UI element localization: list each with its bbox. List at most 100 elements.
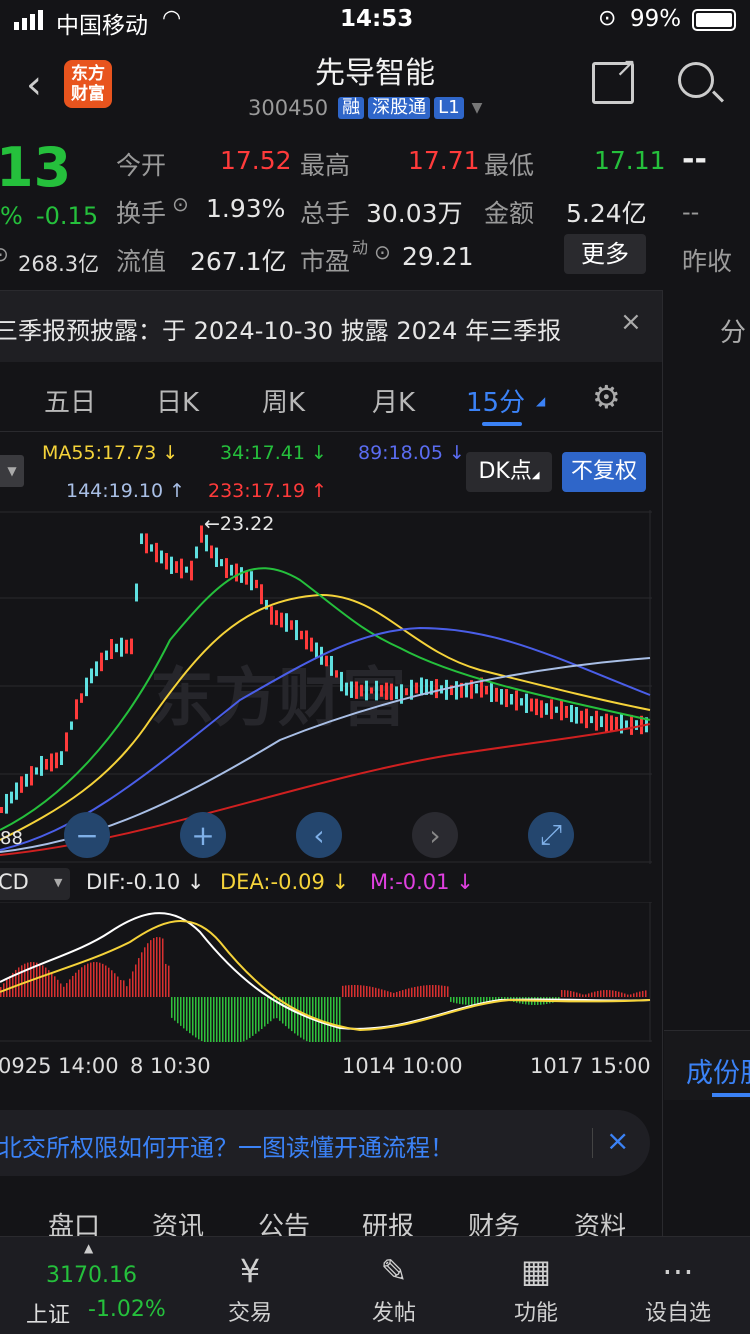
candle	[385, 682, 388, 700]
candle	[200, 525, 203, 543]
ad-banner[interactable]: 北交所权限如何开通？一图读懂开通流程！ ×	[0, 1110, 650, 1176]
macd-bar	[240, 997, 242, 1042]
pe-value: 29.21	[402, 242, 474, 271]
index-ticker[interactable]: ▲ 3170.16 上证 -1.02%	[0, 1237, 180, 1334]
notice-text: 三季报预披露：于 2024-10-30 披露 2024 年三季报	[0, 317, 562, 345]
nav-trade[interactable]: ¥ 交易	[200, 1247, 300, 1327]
candle	[585, 708, 588, 729]
tab-news[interactable]: 资讯	[152, 1206, 204, 1236]
candle	[280, 612, 283, 628]
candle	[180, 558, 183, 579]
indicator-selector[interactable]: ▼	[0, 455, 24, 487]
search-icon[interactable]	[678, 62, 725, 103]
tab-monthly-k[interactable]: 月K	[372, 382, 415, 419]
tab-financials[interactable]: 财务	[468, 1206, 520, 1236]
macd-bar	[627, 994, 629, 997]
candle	[240, 567, 243, 583]
fullscreen-icon[interactable]: ⤢	[528, 812, 574, 858]
candle	[350, 681, 353, 698]
tab-daily-k[interactable]: 日K	[156, 382, 199, 419]
turnover-label: 换手	[116, 199, 167, 228]
macd-bar	[141, 952, 143, 997]
macd-bar	[390, 992, 392, 997]
macd-bar	[633, 993, 635, 997]
candle	[170, 556, 173, 574]
zoom-out-button[interactable]: −	[64, 812, 110, 858]
info-icon[interactable]: ⊙	[374, 240, 391, 264]
macd-bar	[105, 965, 107, 997]
macd-bar	[267, 997, 269, 1024]
macd-bar	[174, 997, 176, 1021]
candle	[110, 639, 113, 660]
scroll-left-button[interactable]: ‹	[296, 812, 342, 858]
ma34-label: 34:17.41 ↓	[220, 442, 327, 464]
open-value: 17.52	[220, 146, 292, 175]
share-icon[interactable]: ↗	[592, 53, 637, 104]
macd-bar	[393, 992, 395, 997]
macd-bar	[402, 990, 404, 997]
scroll-right-button[interactable]: ›	[412, 812, 458, 858]
macd-bar	[324, 997, 326, 1042]
notice-bar[interactable]: 三季报预披露：于 2024-10-30 披露 2024 年三季报 ×	[0, 290, 662, 362]
chevron-down-icon[interactable]: ▼	[472, 100, 483, 116]
candle	[630, 714, 633, 735]
candle	[25, 773, 28, 787]
prev-close-label: 昨收	[682, 247, 733, 276]
nav-post[interactable]: ✎ 发帖	[344, 1247, 444, 1327]
open-label: 今开	[116, 151, 167, 180]
side-tab-constituents[interactable]: 成份股	[664, 1030, 750, 1100]
macd-selector[interactable]: CD ▼	[0, 868, 70, 900]
macd-chart[interactable]	[0, 902, 652, 1042]
tab-weekly-k[interactable]: 周K	[262, 382, 305, 419]
info-icon[interactable]: ⊙	[172, 192, 189, 216]
zoom-in-button[interactable]: +	[180, 812, 226, 858]
tab-research[interactable]: 研报	[362, 1206, 414, 1236]
macd-bar	[102, 963, 104, 997]
macd-bar	[474, 997, 476, 1005]
macd-bar	[63, 986, 65, 997]
nav-functions[interactable]: ▦ 功能	[486, 1247, 586, 1327]
kline-chart[interactable]: 东方财富 ←23.22 88	[0, 510, 652, 864]
badge-connect: 深股通	[368, 97, 431, 119]
close-icon[interactable]: ×	[606, 1124, 629, 1157]
dk-points-button[interactable]: DK点◢	[466, 452, 552, 492]
macd-bar	[468, 997, 470, 1005]
macd-bar	[363, 985, 365, 997]
candle	[135, 583, 138, 602]
tab-orderbook[interactable]: 盘口	[48, 1206, 100, 1236]
tab-profile[interactable]: 资料	[574, 1206, 626, 1236]
candle	[165, 553, 168, 570]
adjust-button[interactable]: 不复权	[562, 452, 646, 492]
close-icon[interactable]: ×	[620, 307, 642, 337]
candle	[150, 544, 153, 552]
side-tab-label[interactable]: 分	[720, 312, 746, 349]
nav-watchlist-label: 设自选	[644, 1301, 711, 1326]
more-button[interactable]: 更多	[564, 234, 646, 274]
candle	[105, 650, 108, 661]
macd-bar	[45, 967, 47, 997]
macd-bar	[567, 990, 569, 997]
tab-5day[interactable]: 五日	[44, 382, 96, 419]
candle	[140, 533, 143, 545]
candle	[5, 793, 8, 814]
candle	[510, 694, 513, 705]
macd-bar	[24, 963, 26, 997]
macd-bar	[126, 986, 128, 997]
candle	[55, 752, 58, 769]
gear-icon[interactable]: ⚙	[592, 378, 621, 416]
macd-bar	[369, 986, 371, 997]
macd-bar	[252, 997, 254, 1036]
rotation-lock-icon: ⊙	[598, 6, 617, 31]
tab-announcements[interactable]: 公告	[258, 1206, 310, 1236]
macd-bar	[639, 991, 641, 997]
candle	[380, 684, 383, 697]
nav-watchlist[interactable]: ⋯ 设自选	[628, 1247, 728, 1327]
candle	[520, 698, 523, 706]
tab-15min[interactable]: 15分	[466, 382, 525, 419]
candle	[490, 683, 493, 703]
macd-bar	[561, 990, 563, 997]
candle	[615, 716, 618, 731]
macd-bar	[78, 969, 80, 997]
macd-bar	[645, 990, 647, 997]
macd-bar	[612, 990, 614, 997]
